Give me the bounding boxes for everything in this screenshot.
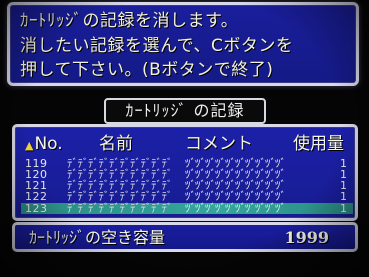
- capacity-bar: ｶｰﾄﾘｯｼﾞの空き容量 1999: [12, 222, 358, 252]
- record-name: ﾃﾞﾃﾞﾃﾞﾃﾞﾃﾞﾃﾞﾃﾞﾃﾞﾃﾞﾃﾞ: [67, 202, 173, 215]
- record-name: ﾃﾞﾃﾞﾃﾞﾃﾞﾃﾞﾃﾞﾃﾞﾃﾞﾃﾞﾃﾞ: [67, 190, 173, 203]
- panel-title: ｶｰﾄﾘｯｼﾞ の記録: [104, 98, 266, 124]
- record-usage: 1: [340, 202, 347, 215]
- column-header-usage[interactable]: 使用量: [293, 134, 344, 154]
- capacity-label: ｶｰﾄﾘｯｼﾞの空き容量: [29, 228, 166, 247]
- record-row[interactable]: 122 ﾃﾞﾃﾞﾃﾞﾃﾞﾃﾞﾃﾞﾃﾞﾃﾞﾃﾞﾃﾞ ﾂﾞﾂﾞﾂﾞﾂﾞﾂﾞﾂﾞﾂﾞﾂ…: [21, 191, 353, 202]
- column-header-no-label: No.: [34, 134, 63, 154]
- column-header-name[interactable]: 名前: [99, 134, 133, 154]
- record-number: 123: [25, 202, 48, 215]
- record-list: ▲No. 名前 コメント 使用量 119 ﾃﾞﾃﾞﾃﾞﾃﾞﾃﾞﾃﾞﾃﾞﾃﾞﾃﾞﾃ…: [12, 124, 358, 221]
- record-comment: ﾂﾞﾂﾞﾂﾞﾂﾞﾂﾞﾂﾞﾂﾞﾂﾞﾂﾞﾂﾞ: [185, 190, 286, 203]
- message-line-2: 消したい記録を選んで、Cボタンを: [20, 36, 294, 56]
- message-window: ｶｰﾄﾘｯｼﾞの記録を消します。 消したい記録を選んで、Cボタンを 押して下さい…: [7, 2, 359, 86]
- record-usage: 1: [340, 190, 347, 203]
- column-header-comment[interactable]: コメント: [185, 134, 253, 154]
- record-number: 122: [25, 190, 48, 203]
- record-row-selected[interactable]: 123 ﾃﾞﾃﾞﾃﾞﾃﾞﾃﾞﾃﾞﾃﾞﾃﾞﾃﾞﾃﾞ ﾂﾞﾂﾞﾂﾞﾂﾞﾂﾞﾂﾞﾂﾞﾂ…: [21, 203, 353, 214]
- message-line-1: ｶｰﾄﾘｯｼﾞの記録を消します。: [20, 11, 239, 31]
- capacity-value: 1999: [284, 228, 329, 247]
- record-comment: ﾂﾞﾂﾞﾂﾞﾂﾞﾂﾞﾂﾞﾂﾞﾂﾞﾂﾞﾂﾞ: [185, 202, 286, 215]
- column-header-no[interactable]: ▲No.: [25, 134, 63, 156]
- message-line-3: 押して下さい。(Bボタンで終了): [20, 60, 274, 80]
- triangle-icon: ▲: [25, 139, 34, 152]
